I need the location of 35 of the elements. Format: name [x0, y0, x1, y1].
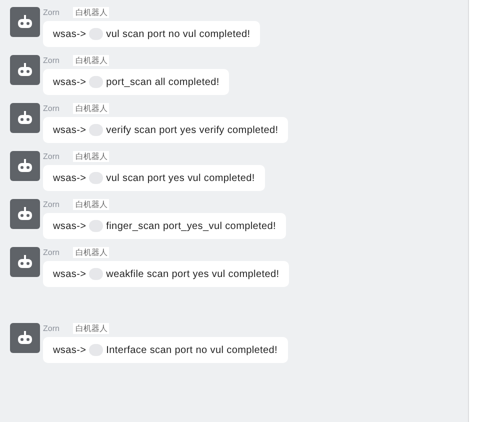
robot-avatar-icon	[10, 7, 40, 37]
message-text: Interface scan port no vul completed!	[106, 344, 278, 356]
sender-name: Zorn	[43, 248, 60, 256]
message-prefix: wsas->	[53, 220, 86, 232]
sender-name: Zorn	[43, 56, 60, 64]
robot-avatar-icon	[10, 323, 40, 353]
bot-tag: 白机器人	[73, 6, 110, 18]
bot-tag: 白机器人	[73, 54, 110, 66]
robot-avatar-icon	[10, 199, 40, 229]
message-text: verify scan port yes verify completed!	[106, 124, 278, 136]
sender-name: Zorn	[43, 324, 60, 332]
message-prefix: wsas->	[53, 344, 86, 356]
message-text: weakfile scan port yes vul completed!	[106, 268, 280, 280]
bot-tag: 白机器人	[73, 102, 110, 114]
message-prefix: wsas->	[53, 76, 86, 88]
sender-name: Zorn	[43, 152, 60, 160]
message-text: vul scan port yes vul completed!	[106, 172, 255, 184]
message-prefix: wsas->	[53, 28, 86, 40]
bot-tag: 白机器人	[73, 322, 110, 334]
sender-name: Zorn	[43, 8, 60, 16]
robot-avatar-icon	[10, 151, 40, 181]
message-text: vul scan port no vul completed!	[106, 28, 250, 40]
message-prefix: wsas->	[53, 124, 86, 136]
message-text: port_scan all completed!	[106, 76, 220, 88]
message-prefix: wsas->	[53, 268, 86, 280]
robot-avatar-icon	[10, 55, 40, 85]
bot-tag: 白机器人	[73, 198, 110, 210]
message-prefix: wsas->	[53, 172, 86, 184]
bot-tag: 白机器人	[73, 150, 110, 162]
sender-name: Zorn	[43, 104, 60, 112]
robot-avatar-icon	[10, 103, 40, 133]
sender-name: Zorn	[43, 200, 60, 208]
message-text: finger_scan port_yes_vul completed!	[106, 220, 276, 232]
robot-avatar-icon	[10, 247, 40, 277]
bot-tag: 白机器人	[73, 246, 110, 258]
